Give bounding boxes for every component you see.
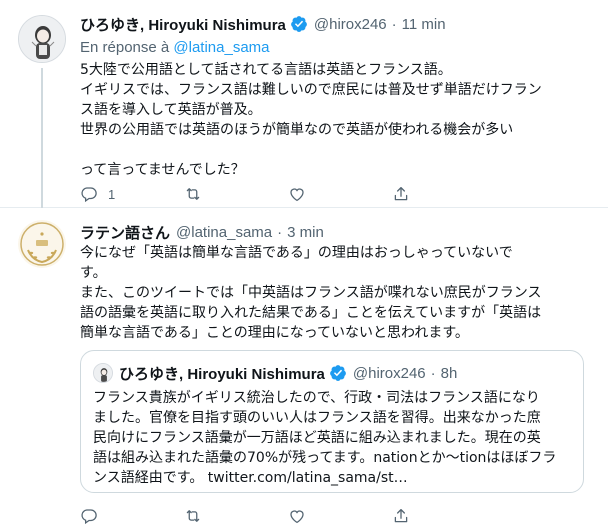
tweet-text: 今になぜ「英語は簡単な言語である」の理由はおっしゃっていないで す。 また、この…: [80, 243, 541, 343]
quoted-text-line: 民向けにフランス語彙が一万語ほど英語に組み込まれました。現在の英: [93, 430, 541, 446]
laurel-seal-avatar: [18, 220, 66, 268]
avatar-illustration: [19, 16, 65, 62]
share-button[interactable]: [392, 507, 496, 525]
quoted-text-line: 語は組み込まれた語彙の70%が残ってます。nationとか〜tionはほぼフラ: [93, 450, 557, 466]
separator-dot: ·: [277, 223, 283, 241]
tweet-text-line: [80, 140, 542, 160]
share-icon: [394, 186, 408, 201]
tweet-text-line: 今になぜ「英語は簡単な言語である」の理由はおっしゃっていないで: [80, 245, 513, 261]
action-bar: 1: [80, 184, 496, 204]
like-icon: [290, 188, 304, 202]
avatar-latina-sama[interactable]: [18, 220, 66, 268]
author-name[interactable]: ひろゆき, Hiroyuki Nishimura: [80, 14, 286, 35]
action-bar: [80, 506, 496, 526]
quoted-author-name: ひろゆき, Hiroyuki Nishimura: [119, 365, 325, 383]
reply-button[interactable]: 1: [80, 185, 184, 203]
quoted-text-line: ました。官僚を目指す頭のいい人はフランス語を習得。出来なかった庶: [93, 410, 541, 426]
tweet-text-line: イギリスでは、フランス語は難しいので庶民には普及せず単語だけフラン: [80, 82, 542, 98]
share-button[interactable]: [392, 185, 496, 203]
tweet-text-line: 5大陸で公用語として話されてる言語は英語とフランス語。: [80, 62, 452, 78]
thread-connector-line: [41, 68, 43, 208]
quoted-tweet-card[interactable]: ひろゆき, Hiroyuki Nishimura @hirox246 · 8h …: [80, 350, 584, 493]
author-handle[interactable]: @latina_sama: [176, 224, 272, 241]
reply-count: 1: [108, 186, 116, 202]
timestamp[interactable]: 3 min: [287, 224, 324, 241]
retweet-button[interactable]: [184, 507, 288, 525]
tweet-text-line: って言ってませんでした？: [80, 162, 245, 178]
reply-icon: [81, 187, 97, 203]
author-handle[interactable]: @hirox246: [314, 16, 387, 33]
tweet-text: 5大陸で公用語として話されてる言語は英語とフランス語。 イギリスでは、フランス語…: [80, 60, 542, 180]
verified-badge-icon: [290, 16, 307, 32]
tweet-text-line: また、このツイートでは「中英語はフランス語が喋れない庶民がフランス: [80, 285, 542, 301]
retweet-icon: [186, 188, 200, 200]
separator-dot: ·: [391, 15, 397, 33]
quoted-text-line: ンス語経由です。 twitter.com/latina_sama/st…: [93, 470, 408, 486]
like-button[interactable]: [288, 185, 392, 203]
tweet-text-line: ス語を導入して英語が普及。: [80, 102, 262, 118]
avatar-illustration: [94, 364, 112, 382]
tweet-text-line: す。: [80, 265, 107, 281]
author-name[interactable]: ラテン語さん: [80, 222, 170, 243]
retweet-icon: [186, 510, 200, 522]
reply-mention-link[interactable]: @latina_sama: [173, 39, 269, 56]
parent-tweet[interactable]: ひろゆき, Hiroyuki Nishimura @hirox246 · 11 …: [0, 0, 608, 208]
like-button[interactable]: [288, 507, 392, 525]
reply-context: En réponse à @latina_sama: [80, 39, 270, 56]
tweet-text-line: 簡単な言語である」ことの理由になっていないと思われます。: [80, 325, 469, 341]
quoted-author-handle: @hirox246: [352, 364, 426, 382]
tweet-text-line: 語の語彙を英語に取り入れた結果である」ことを伝えていますが「英語は: [80, 305, 542, 321]
reply-prefix: En réponse à: [80, 39, 170, 56]
quoted-tweet-text: フランス貴族がイギリス統治したので、行政・司法はフランス語になり ました。官僚を…: [93, 388, 556, 488]
like-icon: [290, 510, 304, 524]
verified-badge-icon: [329, 365, 346, 381]
quoted-timestamp: 8h: [440, 364, 458, 382]
avatar-hiroyuki[interactable]: [18, 15, 66, 63]
quoted-avatar: [93, 363, 113, 383]
retweet-button[interactable]: [184, 185, 288, 203]
reply-button[interactable]: [80, 507, 184, 525]
tweet-header: ひろゆき, Hiroyuki Nishimura @hirox246 · 11 …: [80, 14, 446, 34]
separator-dot: ·: [430, 364, 436, 382]
reply-icon: [81, 509, 97, 525]
tweet-header: ラテン語さん @latina_sama · 3 min: [80, 222, 324, 242]
quoted-tweet-header: ひろゆき, Hiroyuki Nishimura @hirox246 · 8h: [119, 363, 457, 383]
tweet-text-line: 世界の公用語では英語のほうが簡単なので英語が使われる機会が多い: [80, 122, 514, 138]
timestamp[interactable]: 11 min: [402, 16, 446, 33]
share-icon: [394, 508, 408, 523]
quoted-text-line: フランス貴族がイギリス統治したので、行政・司法はフランス語になり: [93, 390, 540, 406]
